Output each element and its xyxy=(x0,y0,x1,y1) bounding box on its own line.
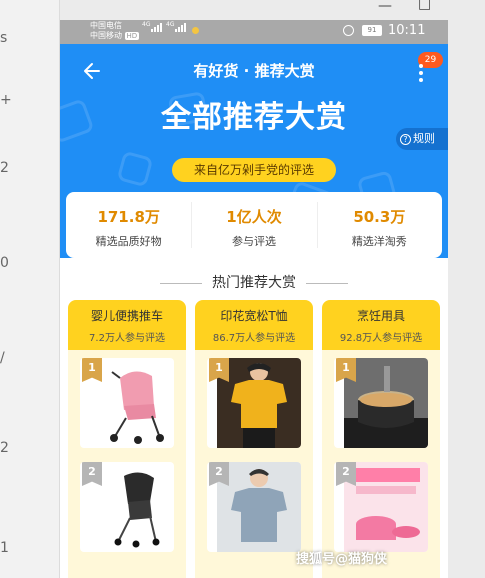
pink-cookware-set-image xyxy=(344,462,428,552)
host-window-right-strip xyxy=(448,0,485,578)
host-window-left-strip: s + 2 0 / 2 1 xyxy=(0,0,60,578)
product-item[interactable]: 1 xyxy=(334,358,428,448)
category-name: 婴儿便携推车 xyxy=(90,309,163,323)
product-item[interactable]: 2 xyxy=(80,462,174,552)
host-fragment: / xyxy=(0,350,5,366)
category-items: 1 2 xyxy=(68,350,186,578)
alarm-icon xyxy=(343,25,354,36)
section-title-text: 热门推荐大赏 xyxy=(212,275,296,291)
host-fragment: 0 xyxy=(0,255,9,271)
stat-label: 参与评选 xyxy=(231,235,276,248)
category-header: 烹饪用具 92.8万人参与评选 xyxy=(322,300,440,350)
grey-tshirt-image xyxy=(217,462,301,552)
category-name: 烹饪用具 xyxy=(356,309,405,323)
stat-value: 1亿人次 xyxy=(226,208,282,226)
battery-icon: 91 xyxy=(362,25,382,36)
host-fragment: 2 xyxy=(0,440,9,456)
app-title: 有好货 · 推荐大赏 xyxy=(193,62,315,80)
category-card-tshirt[interactable]: 印花宽松T恤 86.7万人参与评选 1 2 xyxy=(195,300,313,578)
host-fragment: s xyxy=(0,30,8,46)
product-item[interactable]: 1 xyxy=(80,358,174,448)
category-count: 86.7万人参与评选 xyxy=(212,333,296,344)
hd-badge: HD xyxy=(124,32,140,40)
stats-card: 171.8万 精选品质好物 1亿人次 参与评选 50.3万 精选洋淘秀 xyxy=(66,192,442,258)
stat-value: 50.3万 xyxy=(353,208,406,226)
product-item[interactable]: 2 xyxy=(334,462,428,552)
stat-item[interactable]: 171.8万 精选品质好物 xyxy=(66,192,191,258)
clock: 10:11 xyxy=(388,23,426,38)
phone-screen: 中国电信 中国移动 HD 4G 4G 91 10:11 有好货 · 推荐大赏 2… xyxy=(60,20,448,578)
more-options-icon[interactable] xyxy=(416,64,426,86)
hot-picks-section: 热门推荐大赏 婴儿便携推车 7.2万人参与评选 1 2 印花宽松T恤 86.7万… xyxy=(60,258,448,578)
status-bar: 中国电信 中国移动 HD 4G 4G 91 10:11 xyxy=(60,20,448,44)
product-item[interactable]: 2 xyxy=(207,462,301,552)
carrier-info: 中国电信 中国移动 HD xyxy=(90,21,140,41)
category-card-cookware[interactable]: 烹饪用具 92.8万人参与评选 1 2 xyxy=(322,300,440,578)
signal-icon xyxy=(151,23,162,32)
page-title: 全部推荐大赏 xyxy=(161,100,347,135)
stat-item[interactable]: 50.3万 精选洋淘秀 xyxy=(316,192,442,258)
host-fragment: + xyxy=(0,92,12,108)
pink-stroller-image xyxy=(110,371,164,444)
signal-icon xyxy=(175,23,186,32)
category-card-stroller[interactable]: 婴儿便携推车 7.2万人参与评选 1 2 xyxy=(68,300,186,578)
minimize-icon[interactable]: — xyxy=(378,0,392,14)
stat-label: 精选洋淘秀 xyxy=(351,235,407,248)
network-type-1: 4G xyxy=(142,21,151,28)
help-icon: ? xyxy=(400,133,411,145)
category-name: 印花宽松T恤 xyxy=(220,309,288,323)
stat-item[interactable]: 1亿人次 参与评选 xyxy=(191,192,316,258)
stat-value: 171.8万 xyxy=(97,208,160,226)
category-items: 1 2 xyxy=(322,350,440,578)
subtitle-pill: 来自亿万剁手党的评选 xyxy=(172,158,336,182)
rules-label: 规则 xyxy=(413,132,435,145)
yellow-tshirt-image xyxy=(217,358,301,448)
divider xyxy=(160,282,202,284)
network-type-2: 4G xyxy=(166,21,175,28)
category-items: 1 2 xyxy=(195,350,313,578)
black-stroller-image xyxy=(114,472,160,548)
category-count: 92.8万人参与评选 xyxy=(339,333,423,344)
maximize-icon[interactable]: □ xyxy=(418,0,431,12)
section-title: 热门推荐大赏 xyxy=(60,272,448,292)
category-count: 7.2万人参与评选 xyxy=(89,333,165,344)
divider xyxy=(306,282,348,284)
watermark-text: 搜狐号@猫狗侠 xyxy=(296,552,388,567)
host-window-titlebar: — □ xyxy=(60,0,485,20)
host-fragment: 2 xyxy=(0,160,9,176)
host-fragment: 1 xyxy=(0,540,9,556)
rules-button[interactable]: ? 规则 xyxy=(396,128,448,150)
product-item[interactable]: 1 xyxy=(207,358,301,448)
cooking-pot-image xyxy=(344,358,428,448)
stat-label: 精选品质好物 xyxy=(95,235,162,248)
category-header: 印花宽松T恤 86.7万人参与评选 xyxy=(195,300,313,350)
decor-shape xyxy=(116,150,154,188)
carrier-1: 中国电信 xyxy=(90,21,122,30)
category-header: 婴儿便携推车 7.2万人参与评选 xyxy=(68,300,186,350)
weather-icon xyxy=(192,27,199,34)
carrier-2: 中国移动 xyxy=(90,31,122,40)
